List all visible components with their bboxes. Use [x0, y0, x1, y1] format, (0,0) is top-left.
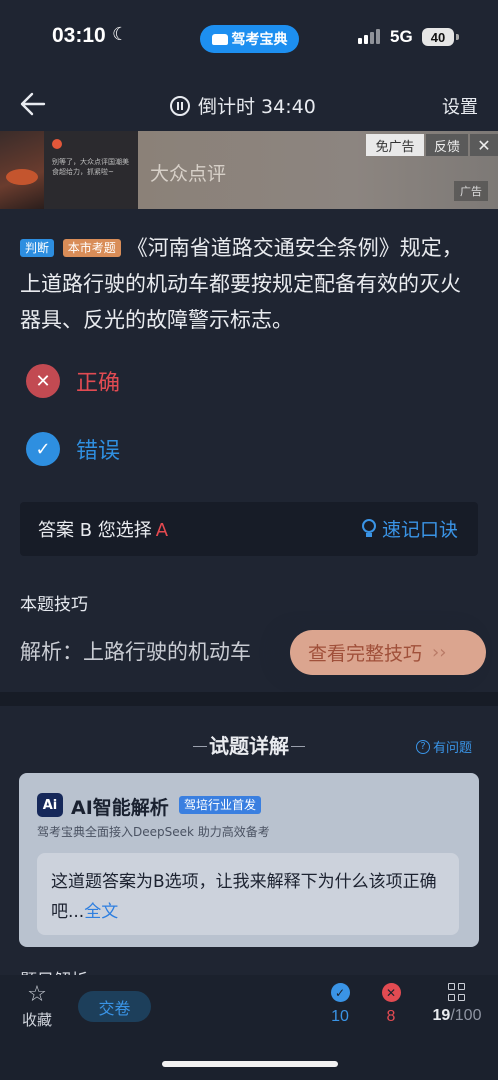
nav-bar: 倒计时 34:40 设置: [0, 80, 498, 130]
ad-title: 大众点评: [150, 163, 227, 185]
ad-small-panel: 别等了，大众点评国潮美食超给力，抓紧啦~: [44, 131, 138, 209]
clock: 03:10: [52, 24, 106, 47]
correct-count[interactable]: ✓ 10: [320, 983, 360, 1026]
question-text-block: 判断 本市考题 《河南省道路交通安全条例》规定，上道路行驶的机动车都要按规定配备有…: [20, 230, 480, 338]
star-icon: ☆: [27, 982, 47, 1007]
view-full-skill-button[interactable]: 查看完整技巧 ››: [290, 630, 486, 675]
timer-label: 倒计时 34:40: [198, 96, 316, 118]
progress-total: /100: [450, 1007, 482, 1024]
answer-text: 答案 B 您选择: [38, 520, 152, 541]
check-icon: ✓: [26, 432, 60, 466]
report-problem-button[interactable]: ? 有问题: [415, 737, 472, 756]
progress-current: 19: [432, 1007, 451, 1024]
ai-title: AI智能解析: [71, 797, 169, 819]
option-a[interactable]: ✕ 正确: [26, 364, 120, 398]
ad-logo: [52, 139, 62, 149]
moon-icon: ☾: [112, 24, 129, 45]
back-arrow-icon[interactable]: [18, 90, 46, 118]
status-bar: 03:10 ☾ 驾考宝典 5G 40: [0, 0, 498, 72]
question-progress[interactable]: 19/100: [424, 983, 490, 1025]
brand-label: 驾考宝典: [231, 32, 288, 48]
ai-logo-icon: Ai: [37, 793, 63, 817]
ai-subtitle: 驾考宝典全面接入DeepSeek 助力高效备考: [37, 825, 270, 839]
ad-banner[interactable]: 别等了，大众点评国潮美食超给力，抓紧啦~ 大众点评 免广告 反馈 ✕ 广告: [0, 131, 498, 209]
pause-icon[interactable]: [170, 95, 190, 116]
option-b[interactable]: ✓ 错误: [26, 432, 120, 466]
signal-icon: [358, 29, 380, 44]
wrong-count[interactable]: ✕ 8: [371, 983, 411, 1026]
question-type-tag: 判断: [20, 239, 55, 257]
settings-button[interactable]: 设置: [442, 93, 478, 119]
car-icon: [211, 33, 228, 45]
ad-tag: 广告: [454, 181, 488, 201]
ai-badge: 驾培行业首发: [179, 796, 262, 814]
mnemonic-button[interactable]: 速记口诀: [361, 515, 458, 542]
submit-exam-button[interactable]: 交卷: [78, 991, 151, 1022]
report-problem-label: 有问题: [432, 741, 472, 756]
section-divider: [0, 692, 498, 706]
progress-value: 19/100: [424, 1007, 490, 1025]
remove-ad-button[interactable]: 免广告: [366, 134, 424, 156]
favorite-button[interactable]: ☆ 收藏: [20, 983, 54, 1030]
close-icon[interactable]: ✕: [470, 134, 498, 156]
home-indicator: [162, 1061, 338, 1067]
cross-circle-icon: ✕: [381, 983, 401, 1002]
battery-icon: 40: [422, 28, 454, 46]
lightbulb-icon: [361, 518, 376, 539]
mnemonic-label: 速记口诀: [381, 519, 458, 541]
ai-answer-box: 这道题答案为B选项，让我来解释下为什么该项正确吧...全文: [37, 853, 459, 935]
cross-icon: ✕: [26, 364, 60, 398]
chevron-right-icon: ››: [432, 642, 447, 663]
check-circle-icon: ✓: [330, 983, 350, 1002]
ad-small-text: 别等了，大众点评国潮美食超给力，抓紧啦~: [52, 158, 129, 176]
app-brand-pill: 驾考宝典: [200, 25, 299, 53]
favorite-label: 收藏: [21, 1011, 52, 1029]
battery-tip: [456, 34, 459, 40]
skill-preview-text: 解析：上路行驶的机动车: [20, 640, 251, 664]
question-mark-icon: ?: [415, 739, 430, 754]
ad-food-image: [0, 131, 44, 209]
skill-title: 本题技巧: [20, 595, 88, 615]
read-full-link[interactable]: 全文: [84, 902, 118, 922]
network-type: 5G: [390, 27, 413, 46]
option-b-label: 错误: [76, 439, 121, 464]
ad-feedback-button[interactable]: 反馈: [426, 134, 468, 156]
selected-answer: A: [155, 520, 169, 541]
wrong-count-value: 8: [386, 1008, 396, 1025]
grid-icon: [448, 983, 466, 1001]
correct-count-value: 10: [331, 1008, 349, 1025]
detail-title-text: 试题详解: [209, 734, 289, 758]
answer-bar: 答案 B 您选择 A 速记口诀: [20, 502, 478, 556]
ai-analysis-card[interactable]: Ai AI智能解析 驾培行业首发 驾考宝典全面接入DeepSeek 助力高效备考…: [19, 773, 479, 947]
view-full-skill-label: 查看完整技巧: [308, 643, 423, 665]
option-a-label: 正确: [76, 371, 121, 396]
answer-summary: 答案 B 您选择 A: [38, 516, 168, 542]
region-tag: 本市考题: [62, 239, 121, 257]
countdown-timer[interactable]: 倒计时 34:40: [170, 92, 316, 119]
